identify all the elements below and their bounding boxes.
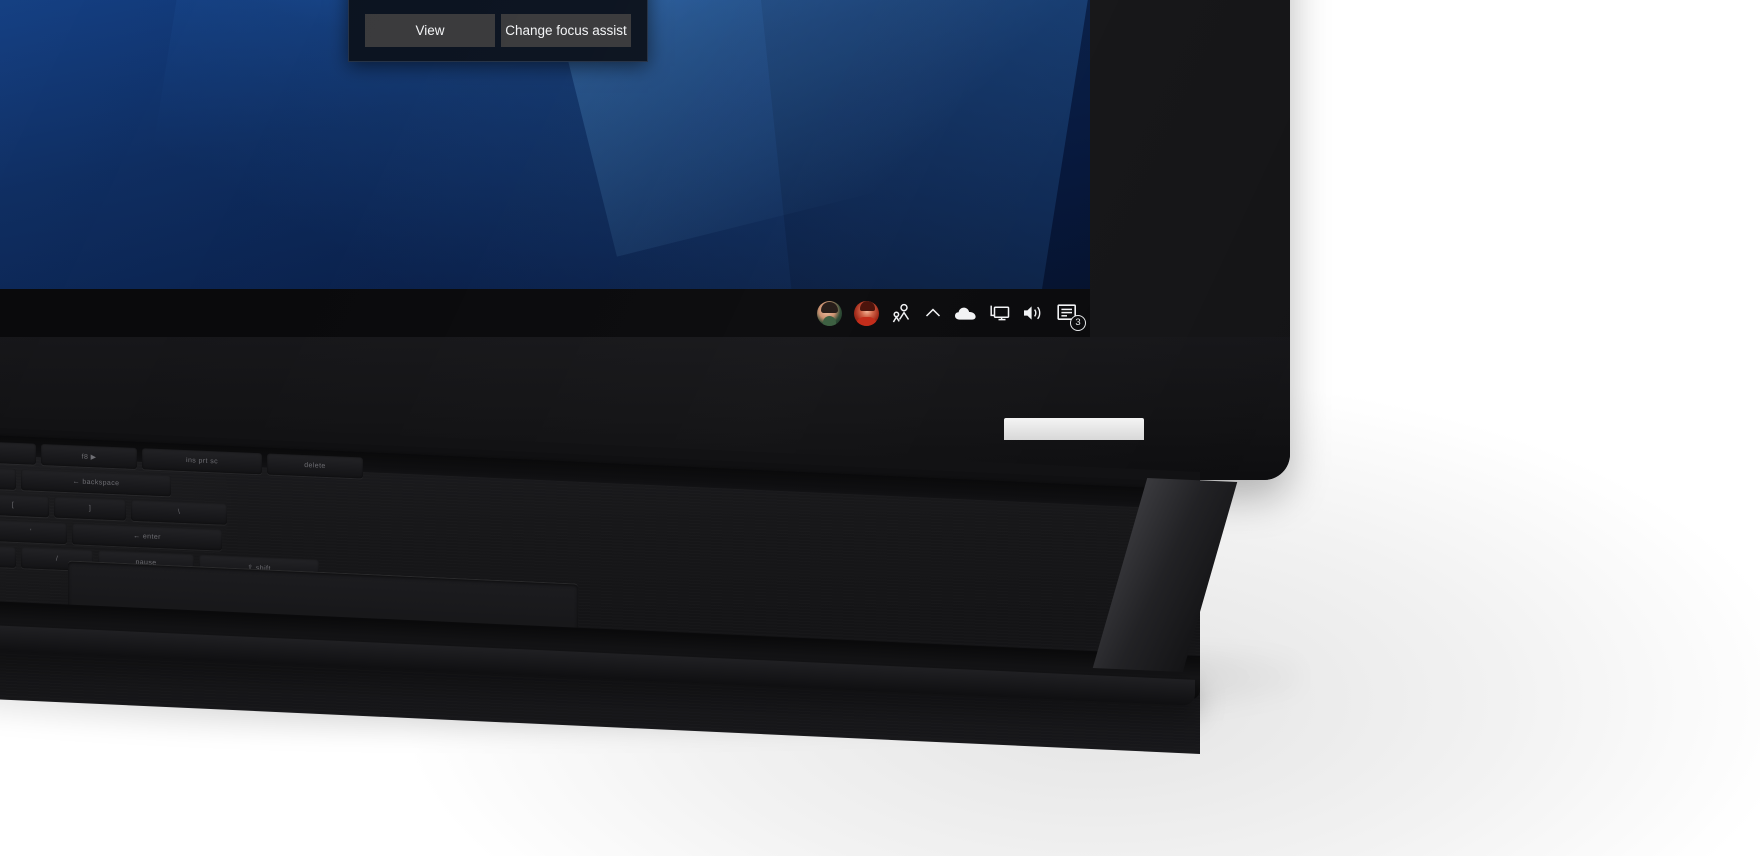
key[interactable]: ← enter bbox=[72, 523, 222, 551]
network-monitor-icon bbox=[990, 305, 1010, 321]
key[interactable]: ' bbox=[0, 520, 67, 545]
network-button[interactable] bbox=[983, 289, 1016, 337]
my-people-button[interactable] bbox=[885, 289, 918, 337]
key[interactable]: f7 ▶▶❙ bbox=[0, 439, 36, 465]
show-hidden-icons-button[interactable] bbox=[918, 289, 948, 337]
taskbar: Microsoft Store Mail bbox=[0, 289, 1090, 337]
avatar bbox=[854, 300, 879, 326]
key[interactable]: \ bbox=[131, 499, 227, 525]
laptop-display: Here's what I held during your presentat… bbox=[0, 0, 1090, 337]
change-focus-assist-button[interactable]: Change focus assist bbox=[501, 13, 631, 47]
key[interactable]: [ bbox=[0, 493, 49, 518]
key[interactable]: . bbox=[0, 543, 16, 568]
action-center-button[interactable]: 3 bbox=[1050, 289, 1086, 337]
action-center-badge: 3 bbox=[1070, 315, 1086, 331]
onedrive-button[interactable] bbox=[948, 289, 983, 337]
scene-root: Here's what I held during your presentat… bbox=[0, 0, 1760, 856]
cloud-icon bbox=[954, 307, 976, 320]
key[interactable]: ins prt sc bbox=[142, 448, 262, 475]
tray-contact-avatar-2[interactable] bbox=[848, 289, 885, 337]
avatar bbox=[817, 300, 842, 326]
laptop-lid: Here's what I held during your presentat… bbox=[0, 0, 1290, 480]
key[interactable]: = bbox=[0, 466, 16, 490]
my-people-icon bbox=[892, 303, 910, 322]
key[interactable]: f8 ▶ bbox=[41, 443, 137, 470]
view-button[interactable]: View bbox=[365, 13, 495, 47]
focus-assist-notification-toast[interactable]: Here's what I held during your presentat… bbox=[348, 0, 648, 62]
tray-contact-avatar-1[interactable] bbox=[811, 289, 848, 337]
toast-action-row: View Change focus assist bbox=[365, 13, 631, 61]
volume-button[interactable] bbox=[1016, 289, 1050, 337]
key[interactable]: ← backspace bbox=[21, 469, 171, 497]
system-tray: 3 bbox=[811, 289, 1090, 337]
key[interactable]: delete bbox=[267, 453, 363, 479]
hinge-foot bbox=[1004, 418, 1144, 440]
key[interactable]: ] bbox=[54, 496, 126, 521]
speaker-icon bbox=[1024, 306, 1041, 320]
chevron-up-icon bbox=[925, 308, 941, 317]
